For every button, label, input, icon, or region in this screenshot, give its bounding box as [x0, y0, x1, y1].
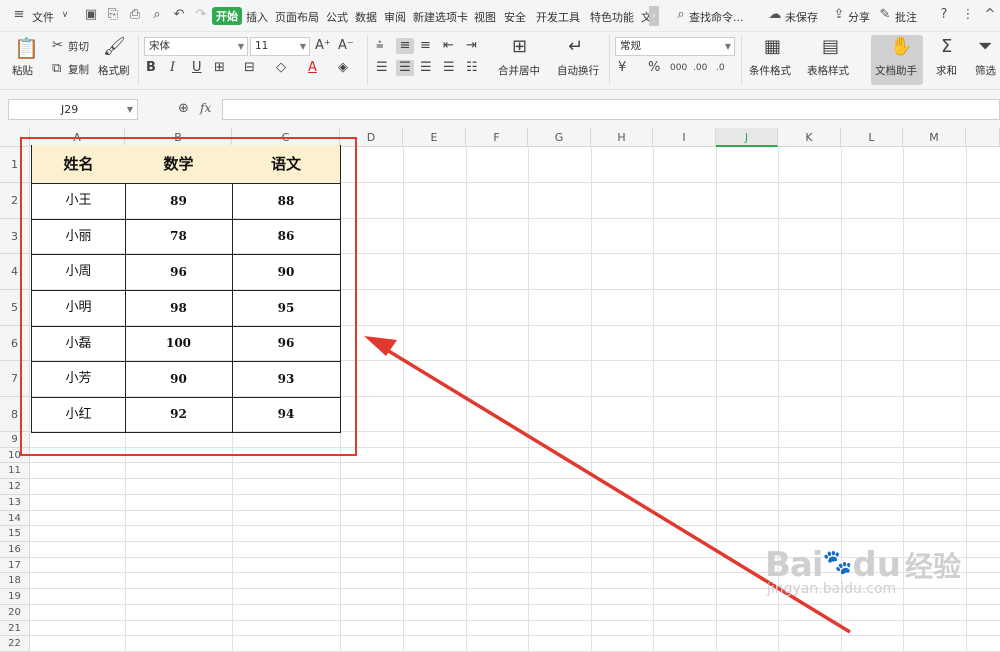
- watermark-brand: Bai: [765, 545, 824, 585]
- watermark-brand-2: du: [852, 545, 901, 585]
- watermark-cn: 经验: [904, 550, 961, 583]
- watermark: Bai🐾du 经验 jingyan.baidu.com: [765, 545, 961, 597]
- paw-icon: 🐾: [822, 548, 853, 576]
- spreadsheet-window: { "menubar": { "items": ["文件", "开始", "插入…: [0, 0, 1000, 652]
- watermark-url: jingyan.baidu.com: [767, 581, 897, 597]
